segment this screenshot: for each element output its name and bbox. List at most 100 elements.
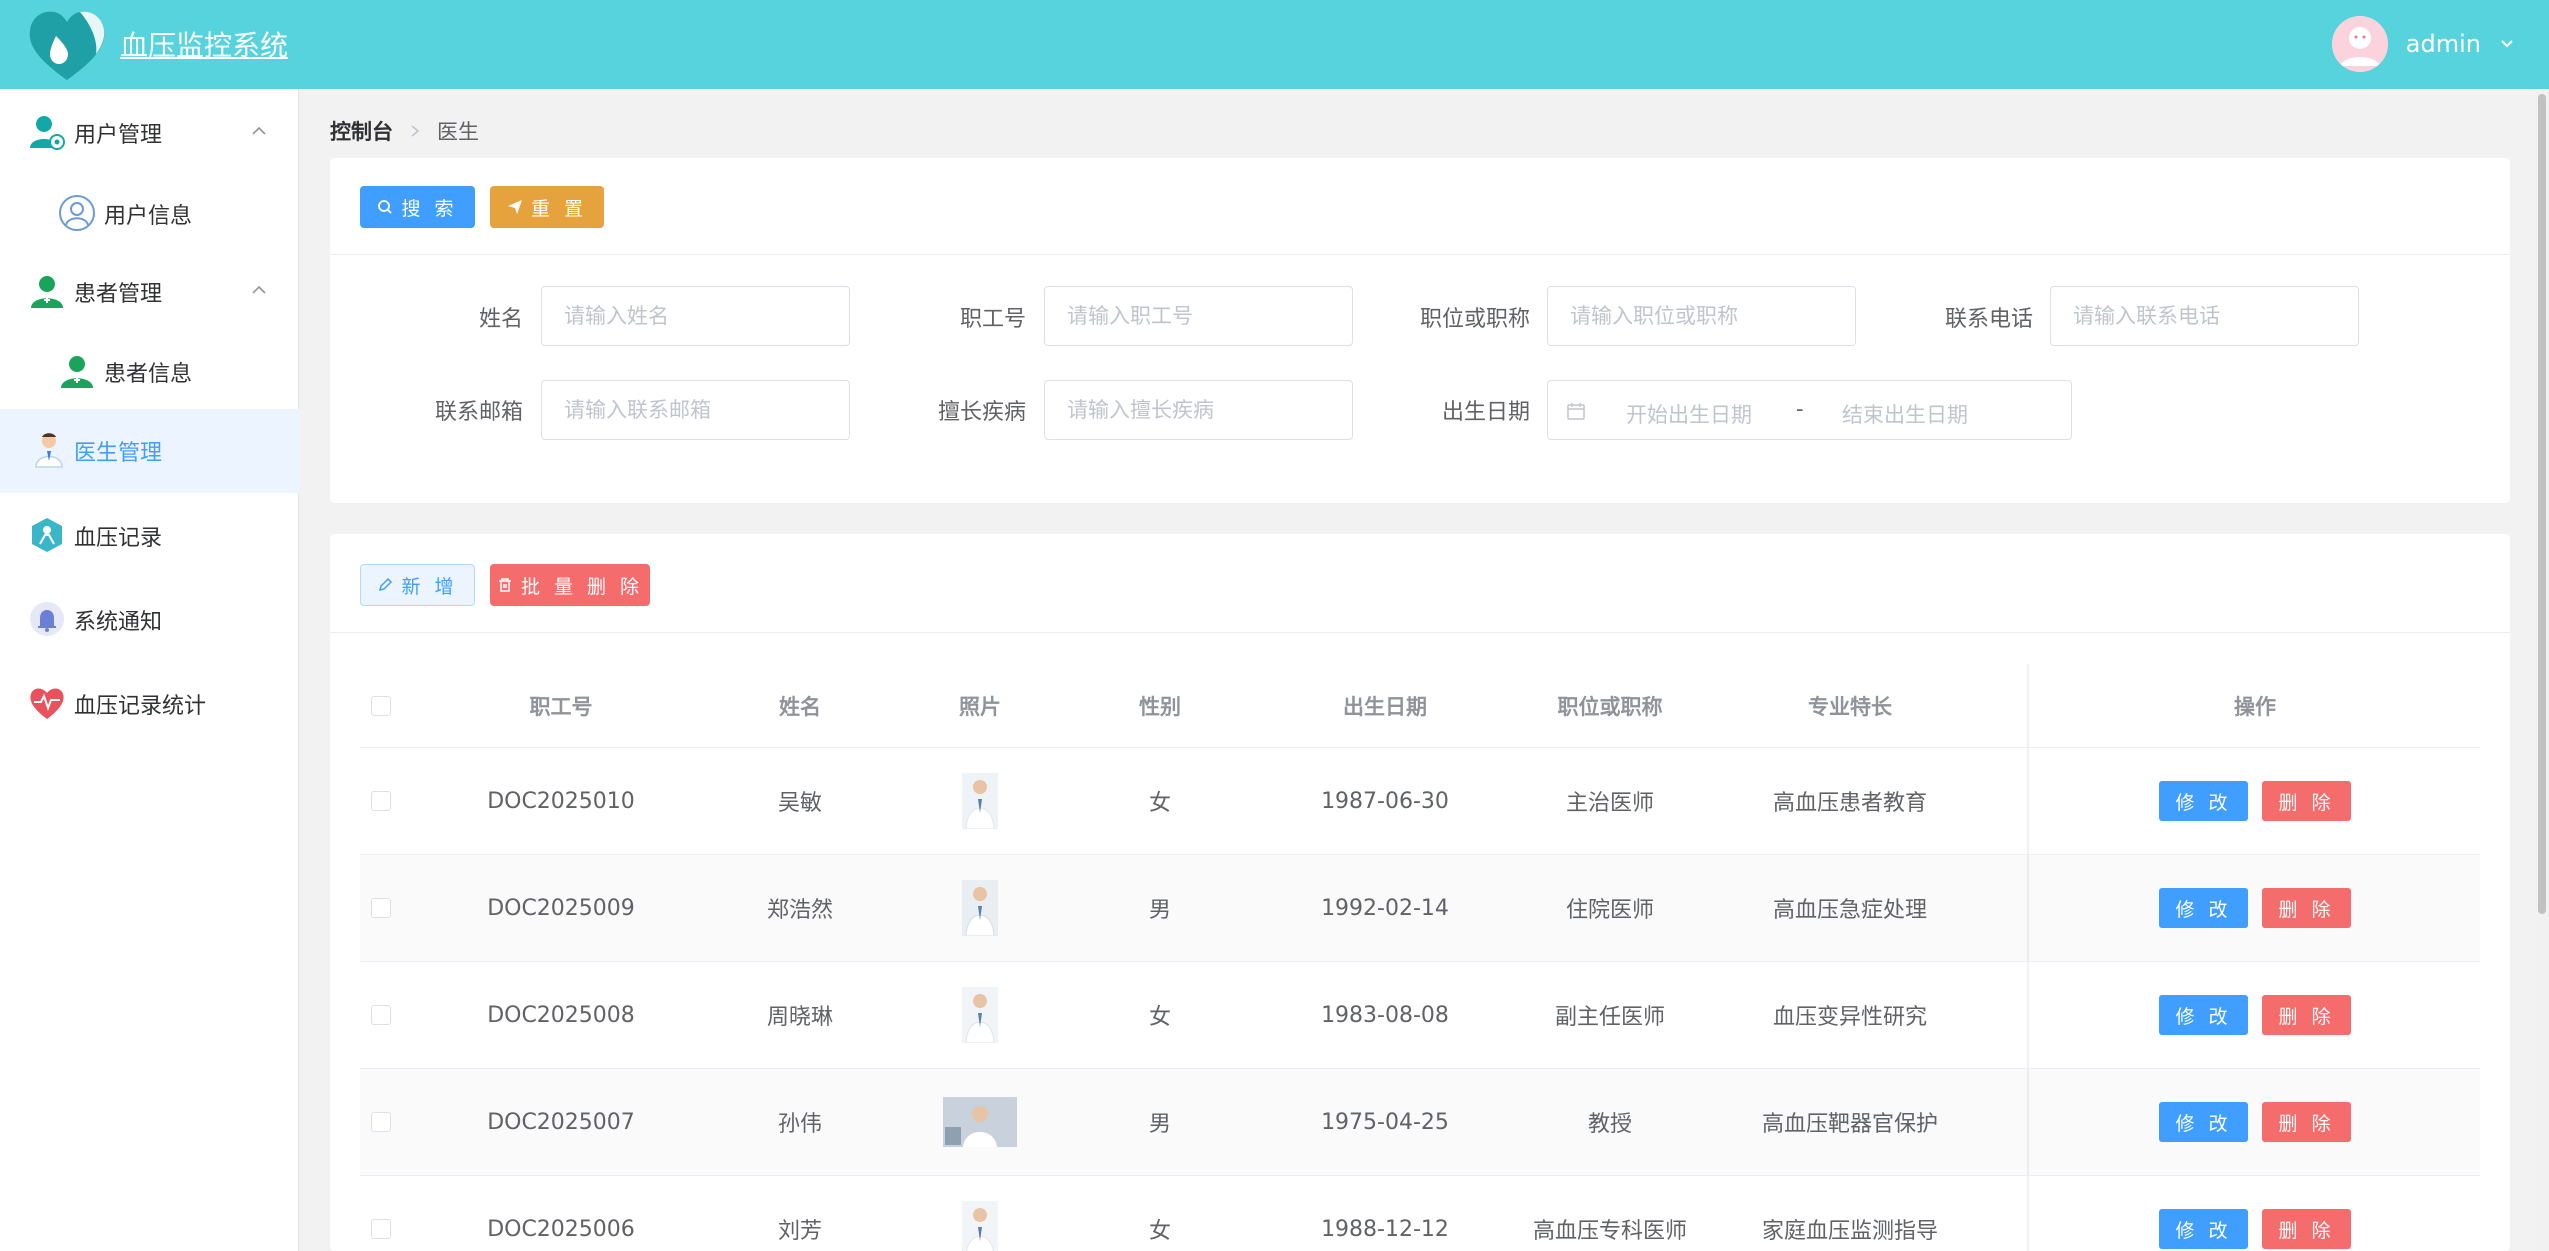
heart-drop-logo-icon bbox=[29, 11, 105, 80]
doctor-photo[interactable] bbox=[962, 987, 998, 1043]
reset-button-label: 重 置 bbox=[530, 197, 588, 220]
doctor-photo[interactable] bbox=[962, 773, 998, 829]
bp-record-icon bbox=[32, 518, 62, 552]
row-checkbox[interactable] bbox=[371, 1219, 391, 1239]
scrollbar-thumb[interactable] bbox=[2538, 94, 2546, 914]
add-button[interactable]: 新 增 bbox=[360, 564, 475, 606]
edit-icon bbox=[379, 577, 393, 592]
patient-manage-icon bbox=[31, 276, 63, 308]
actions-cell: 修 改删 除 bbox=[2030, 748, 2480, 854]
sidebar-item-doctor-manage[interactable]: 医生管理 bbox=[0, 409, 299, 493]
staff-id-cell: DOC2025009 bbox=[487, 895, 635, 921]
birth-date-label: 出生日期 bbox=[1441, 400, 1530, 425]
chevron-up-icon bbox=[252, 126, 266, 135]
edit-button[interactable]: 修 改 bbox=[2159, 781, 2248, 821]
column-header[interactable]: 出生日期 bbox=[1240, 664, 1530, 747]
delete-button[interactable]: 删 除 bbox=[2262, 1102, 2351, 1142]
sidebar-item-label: 用户管理 bbox=[74, 123, 163, 148]
edit-button[interactable]: 修 改 bbox=[2159, 888, 2248, 928]
table-header: 职工号 姓名 照片 性别 出生日期 职位或职称 专业特长 操作 bbox=[360, 664, 2480, 748]
sidebar-item-patient-manage[interactable]: 患者管理 bbox=[0, 250, 299, 334]
gender-cell: 男 bbox=[1148, 1112, 1171, 1137]
divider bbox=[330, 632, 2510, 633]
delete-button[interactable]: 删 除 bbox=[2262, 995, 2351, 1035]
divider bbox=[330, 254, 2510, 255]
staff-id-input[interactable] bbox=[1044, 286, 1353, 346]
actions-cell: 修 改删 除 bbox=[2030, 855, 2480, 961]
doctor-photo[interactable] bbox=[962, 880, 998, 936]
name-input[interactable] bbox=[541, 286, 850, 346]
delete-button[interactable]: 删 除 bbox=[2262, 1209, 2351, 1249]
user-menu[interactable]: admin bbox=[2331, 16, 2515, 72]
specialty-cell: 高血压急症处理 bbox=[1772, 898, 1927, 923]
column-header[interactable]: 职位或职称 bbox=[1530, 664, 1690, 747]
doctor-icon bbox=[35, 433, 63, 468]
chevron-right-icon bbox=[411, 125, 420, 137]
sidebar-item-patient-info[interactable]: 患者信息 bbox=[0, 330, 299, 414]
column-header[interactable]: 专业特长 bbox=[1690, 664, 2010, 747]
username[interactable]: admin bbox=[2406, 30, 2481, 58]
delete-button[interactable]: 删 除 bbox=[2262, 888, 2351, 928]
breadcrumb-root[interactable]: 控制台 bbox=[330, 116, 393, 146]
sidebar-item-notification[interactable]: 系统通知 bbox=[0, 578, 299, 662]
sidebar-item-label: 患者管理 bbox=[74, 282, 163, 307]
specialty-cell: 血压变异性研究 bbox=[1772, 1005, 1927, 1030]
phone-input[interactable] bbox=[2050, 286, 2359, 346]
position-label: 职位或职称 bbox=[1419, 307, 1530, 332]
sidebar-item-user-manage[interactable]: 用户管理 bbox=[0, 91, 299, 175]
row-select-cell bbox=[360, 1069, 402, 1175]
row-checkbox[interactable] bbox=[371, 1005, 391, 1025]
actions-cell: 修 改删 除 bbox=[2030, 962, 2480, 1068]
edit-button[interactable]: 修 改 bbox=[2159, 995, 2248, 1035]
doctor-photo[interactable] bbox=[962, 1201, 998, 1251]
edit-button[interactable]: 修 改 bbox=[2159, 1102, 2248, 1142]
sidebar-item-label: 患者信息 bbox=[104, 362, 193, 387]
name-cell: 孙伟 bbox=[777, 1112, 822, 1137]
row-select-cell bbox=[360, 855, 402, 961]
page-scrollbar[interactable] bbox=[2535, 89, 2549, 1251]
gender-cell: 女 bbox=[1148, 1005, 1171, 1030]
table-row: DOC2025007 孙伟 男 1975-04-25 教授 高血压靶器官保护 修 改删 除 bbox=[360, 1069, 2480, 1176]
calendar-icon bbox=[1567, 403, 1585, 420]
select-all-checkbox[interactable] bbox=[371, 695, 391, 716]
actions-cell: 修 改删 除 bbox=[2030, 1069, 2480, 1175]
sidebar-item-label: 医生管理 bbox=[74, 441, 163, 466]
specialty-cell: 家庭血压监测指导 bbox=[1761, 1219, 1938, 1244]
row-checkbox[interactable] bbox=[371, 791, 391, 811]
batch-delete-button[interactable]: 批 量 删 除 bbox=[490, 564, 650, 606]
row-checkbox[interactable] bbox=[371, 898, 391, 918]
end-date-input[interactable]: 结束出生日期 bbox=[1842, 399, 1968, 429]
column-header[interactable]: 职工号 bbox=[402, 664, 720, 747]
name-cell: 周晓琳 bbox=[766, 1005, 833, 1030]
column-header[interactable]: 照片 bbox=[880, 664, 1080, 747]
sidebar-item-bp-stats[interactable]: 血压记录统计 bbox=[0, 662, 299, 746]
batch-delete-button-label: 批 量 删 除 bbox=[520, 575, 644, 598]
start-date-input[interactable]: 开始出生日期 bbox=[1626, 399, 1752, 429]
position-input[interactable] bbox=[1547, 286, 1856, 346]
avatar-face-icon bbox=[2331, 16, 2388, 72]
specialty-cell: 高血压靶器官保护 bbox=[1761, 1112, 1938, 1137]
column-header[interactable]: 性别 bbox=[1080, 664, 1240, 747]
reset-button[interactable]: 重 置 bbox=[490, 186, 604, 228]
email-input[interactable] bbox=[541, 380, 850, 440]
app-title[interactable]: 血压监控系统 bbox=[120, 24, 288, 64]
specialty-input[interactable] bbox=[1044, 380, 1353, 440]
photo-cell bbox=[880, 748, 1080, 854]
delete-button[interactable]: 删 除 bbox=[2262, 781, 2351, 821]
position-cell: 副主任医师 bbox=[1554, 1005, 1665, 1030]
breadcrumb-current: 医生 bbox=[437, 120, 479, 144]
sidebar: 用户管理 用户信息 患者管理 患者信息 医生管理 血压记录 系统通知 血压记录统… bbox=[0, 89, 299, 1251]
column-header[interactable]: 姓名 bbox=[720, 664, 880, 747]
name-cell: 吴敏 bbox=[777, 791, 822, 816]
chevron-down-icon[interactable] bbox=[2499, 36, 2515, 52]
birth-date-range-picker[interactable]: 开始出生日期 - 结束出生日期 bbox=[1547, 380, 2072, 440]
doctor-photo[interactable] bbox=[943, 1097, 1017, 1147]
sidebar-item-bp-record[interactable]: 血压记录 bbox=[0, 494, 299, 578]
edit-button[interactable]: 修 改 bbox=[2159, 1209, 2248, 1249]
row-checkbox[interactable] bbox=[371, 1112, 391, 1132]
avatar[interactable] bbox=[2331, 16, 2388, 72]
staff-id-cell: DOC2025007 bbox=[487, 1109, 635, 1135]
search-button[interactable]: 搜 索 bbox=[360, 186, 475, 228]
search-panel: 搜 索 重 置 姓名 职工号 职位或职称 联系电话 联系邮箱 擅长疾病 出生日期… bbox=[330, 158, 2510, 503]
sidebar-item-user-info[interactable]: 用户信息 bbox=[0, 172, 299, 256]
